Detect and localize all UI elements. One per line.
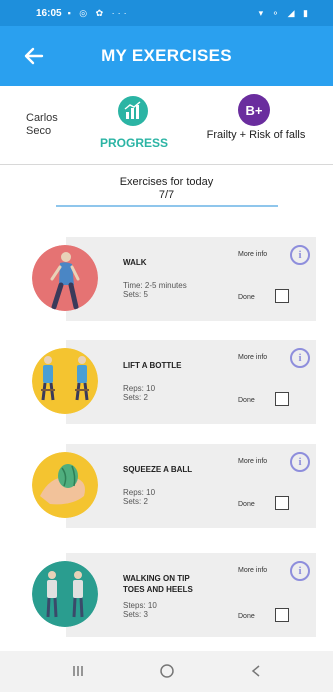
chevron-left-icon <box>251 665 260 677</box>
info-icon[interactable]: i <box>290 348 310 368</box>
exercise-name: WALK <box>123 258 147 267</box>
progress-link[interactable]: PROGRESS <box>96 136 172 150</box>
app-bar: MY EXERCISES <box>0 26 333 86</box>
exercise-card-tip-toes: WALKING ON TIP TOES AND HEELS Steps: 10 … <box>32 553 316 637</box>
home-button[interactable] <box>155 657 179 685</box>
progress-chart-icon[interactable] <box>118 96 148 126</box>
today-count: 7/7 <box>158 189 175 201</box>
recent-apps-icon <box>73 666 83 676</box>
page-title: MY EXERCISES <box>101 46 232 65</box>
exercise-card-panel <box>66 444 316 528</box>
today-header: Exercises for today 7/7 <box>0 176 333 202</box>
done-label: Done <box>238 397 255 404</box>
exercise-sets: Sets: 5 <box>123 290 148 299</box>
system-nav-bar <box>0 651 333 692</box>
exercise-detail: Reps: 10 <box>123 488 156 497</box>
squeeze-ball-illustration <box>32 452 98 518</box>
done-checkbox[interactable] <box>275 496 289 510</box>
exercise-detail: Time: 2-5 minutes <box>123 281 187 290</box>
done-checkbox[interactable] <box>275 289 289 303</box>
back-button[interactable] <box>244 657 268 685</box>
exercise-card-panel <box>66 340 316 424</box>
bar-chart-icon <box>124 101 141 119</box>
exercise-card-panel <box>66 553 316 637</box>
done-label: Done <box>238 294 255 301</box>
info-icon[interactable]: i <box>290 561 310 581</box>
notification-icons: ▪ ◎ ✿ ··· <box>67 7 130 18</box>
status-bar: 16:05 ▪ ◎ ✿ ··· ▾ ⚬ ◢ ▮ <box>0 0 333 26</box>
done-checkbox[interactable] <box>275 608 289 622</box>
exercise-card-walk: WALK Time: 2-5 minutes Sets: 5 More info… <box>32 237 316 321</box>
user-name: Carlos Seco <box>26 112 58 137</box>
today-label: Exercises for today <box>119 176 214 188</box>
exercise-sets: Sets: 2 <box>123 393 148 402</box>
summary-panel: Carlos Seco PROGRESS B+ Frailty + Risk o… <box>0 86 333 165</box>
done-label: Done <box>238 613 255 620</box>
walk-illustration <box>32 245 98 311</box>
exercise-name: SQUEEZE A BALL <box>123 465 193 474</box>
exercise-card-squeeze-ball: SQUEEZE A BALL Reps: 10 Sets: 2 More inf… <box>32 444 316 528</box>
exercise-detail: Steps: 10 <box>123 601 157 610</box>
exercise-sets: Sets: 2 <box>123 497 148 506</box>
exercise-card-panel <box>66 237 316 321</box>
more-info-label: More info <box>238 567 268 574</box>
more-info-label: More info <box>238 251 268 258</box>
recent-apps-button[interactable] <box>66 657 90 685</box>
back-arrow-icon[interactable] <box>22 46 46 66</box>
exercise-name: WALKING ON TIP TOES AND HEELS <box>123 574 193 594</box>
more-info-label: More info <box>238 458 268 465</box>
today-progress-bar <box>56 205 278 207</box>
more-info-label: More info <box>238 354 268 361</box>
done-label: Done <box>238 501 255 508</box>
exercise-detail: Reps: 10 <box>123 384 156 393</box>
tip-toes-illustration <box>32 561 98 627</box>
status-time: 16:05 <box>36 7 62 19</box>
level-badge: B+ <box>238 94 270 126</box>
info-icon[interactable]: i <box>290 245 310 265</box>
done-checkbox[interactable] <box>275 392 289 406</box>
home-icon <box>160 664 174 678</box>
exercise-sets: Sets: 3 <box>123 610 148 619</box>
level-label: Frailty + Risk of falls <box>206 129 306 141</box>
system-status-icons: ▾ ⚬ ◢ ▮ <box>258 7 311 18</box>
exercise-name: LIFT A BOTTLE <box>123 361 182 370</box>
exercise-card-lift-bottle: LIFT A BOTTLE Reps: 10 Sets: 2 More info… <box>32 340 316 424</box>
info-icon[interactable]: i <box>290 452 310 472</box>
lift-bottle-illustration <box>32 348 98 414</box>
